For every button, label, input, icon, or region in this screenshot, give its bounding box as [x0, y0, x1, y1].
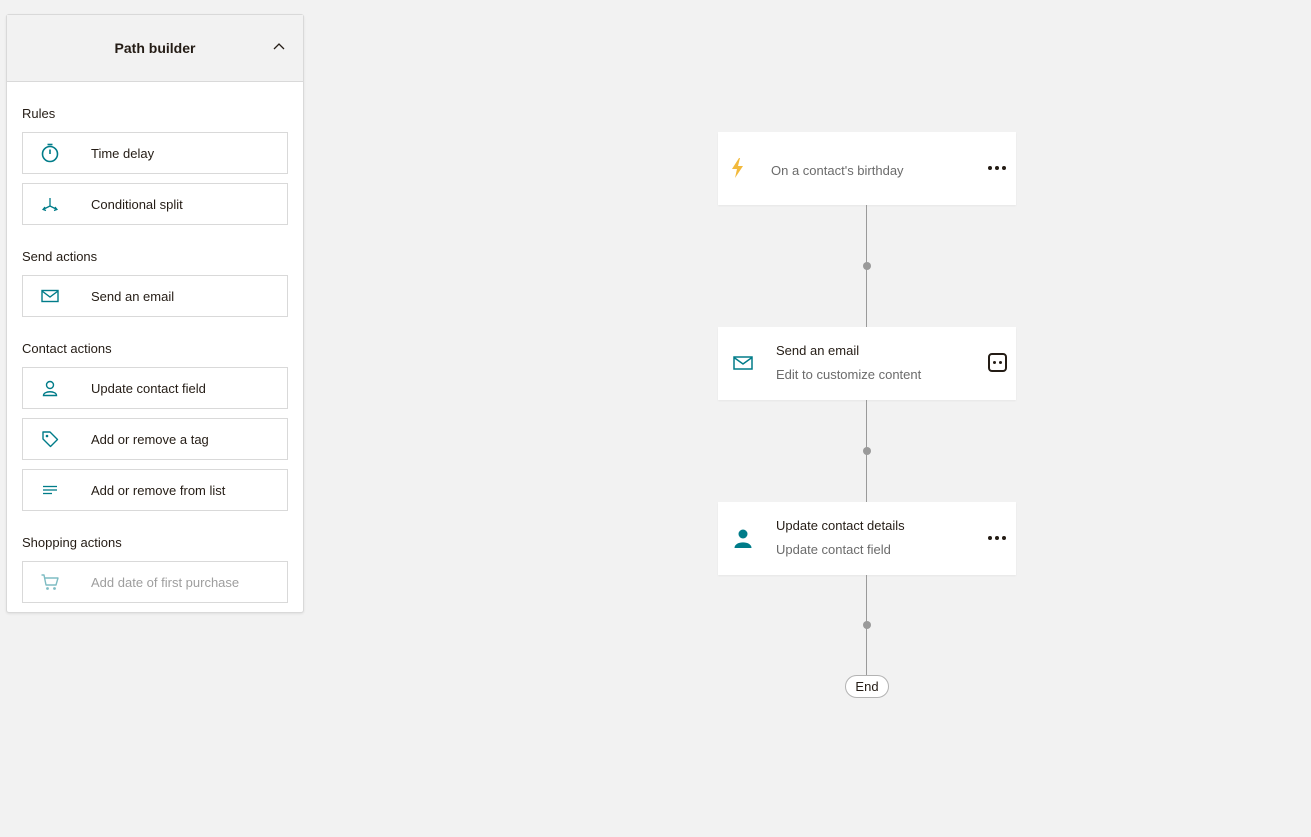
update-contact-field-item[interactable]: Update contact field — [22, 367, 288, 409]
list-lines-icon — [40, 480, 60, 500]
send-email-item[interactable]: Send an email — [22, 275, 288, 317]
section-title-send-actions: Send actions — [22, 249, 98, 264]
email-step-card[interactable]: Send an email Edit to customize content — [718, 327, 1016, 400]
section-title-shopping-actions: Shopping actions — [22, 535, 122, 550]
add-remove-list-label: Add or remove from list — [91, 483, 226, 498]
trigger-card[interactable]: On a contact's birthday — [718, 132, 1016, 205]
add-remove-list-item[interactable]: Add or remove from list — [22, 469, 288, 511]
drag-handle-icon[interactable] — [988, 353, 1007, 372]
first-purchase-item[interactable]: Add date of first purchase — [22, 561, 288, 603]
first-purchase-label: Add date of first purchase — [91, 575, 240, 590]
end-node: End — [845, 675, 889, 698]
chevron-up-icon[interactable] — [271, 39, 287, 55]
conditional-split-label: Conditional split — [91, 197, 183, 212]
envelope-icon — [40, 286, 60, 306]
trigger-label: On a contact's birthday — [771, 163, 904, 178]
tag-icon — [40, 429, 60, 449]
panel-body: Rules Time delay Conditional split Send … — [7, 105, 303, 603]
path-builder-panel: Path builder Rules Time delay Conditiona… — [6, 14, 304, 613]
panel-header: Path builder — [7, 15, 303, 82]
conditional-split-item[interactable]: Conditional split — [22, 183, 288, 225]
add-remove-tag-item[interactable]: Add or remove a tag — [22, 418, 288, 460]
add-step-dot[interactable] — [863, 621, 871, 629]
trigger-more-options-icon[interactable] — [988, 160, 1006, 176]
update-contact-field-label: Update contact field — [91, 381, 206, 396]
section-title-contact-actions: Contact actions — [22, 341, 112, 356]
contact-step-title: Update contact details — [776, 518, 905, 533]
shopping-cart-icon — [40, 572, 60, 592]
person-icon — [40, 378, 60, 398]
person-icon — [732, 527, 754, 549]
envelope-icon — [732, 352, 754, 374]
add-step-dot[interactable] — [863, 447, 871, 455]
contact-more-options-icon[interactable] — [988, 530, 1006, 546]
panel-title: Path builder — [114, 40, 196, 56]
contact-step-subtitle: Update contact field — [776, 542, 891, 557]
time-delay-item[interactable]: Time delay — [22, 132, 288, 174]
contact-step-card[interactable]: Update contact details Update contact fi… — [718, 502, 1016, 575]
section-title-rules: Rules — [22, 106, 56, 121]
add-step-dot[interactable] — [863, 262, 871, 270]
email-step-title: Send an email — [776, 343, 860, 358]
email-step-subtitle: Edit to customize content — [776, 367, 922, 382]
add-remove-tag-label: Add or remove a tag — [91, 432, 209, 447]
split-arrows-icon — [40, 194, 60, 214]
time-delay-label: Time delay — [91, 146, 155, 161]
send-email-label: Send an email — [91, 289, 175, 304]
lightning-icon — [731, 158, 753, 180]
stopwatch-icon — [40, 143, 60, 163]
